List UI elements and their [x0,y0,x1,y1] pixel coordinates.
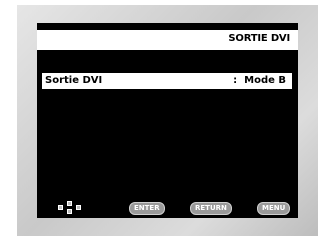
menu-item-value: : Mode B [233,75,286,86]
arrow-keys-icon [58,201,82,215]
menu-button[interactable]: MENU [257,202,291,215]
page-title: SORTIE DVI [228,33,290,44]
menu-item-sortie-dvi[interactable]: Sortie DVI : Mode B [42,73,292,89]
tv-screen-frame: SORTIE DVI Sortie DVI : Mode B ENTER RET… [17,5,318,236]
osd-screen: SORTIE DVI Sortie DVI : Mode B ENTER RET… [37,23,298,218]
title-bar: SORTIE DVI [37,30,298,50]
menu-item-label: Sortie DVI [45,75,103,86]
button-guide-bar: ENTER RETURN MENU [37,198,298,218]
enter-button[interactable]: ENTER [129,202,165,215]
return-button[interactable]: RETURN [190,202,232,215]
